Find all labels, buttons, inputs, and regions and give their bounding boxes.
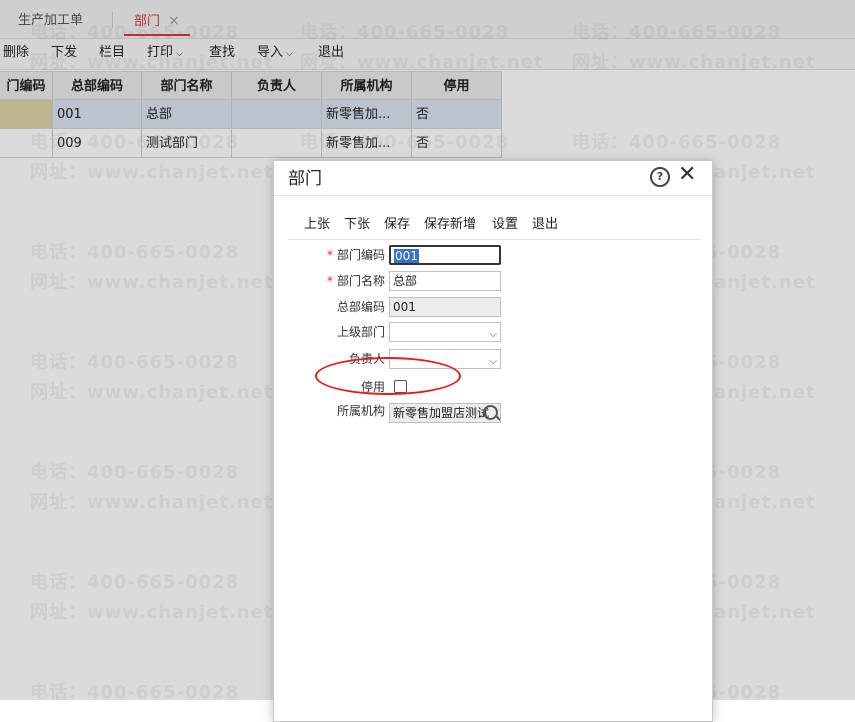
label-text: 部门名称 <box>336 274 385 288</box>
help-icon[interactable]: ? <box>650 167 670 187</box>
dept-name-input[interactable]: 总部 <box>389 271 501 291</box>
dept-name-label: * 部门名称 <box>285 271 385 291</box>
close-icon[interactable]: ✕ <box>678 162 696 187</box>
parent-dept-label: 上级部门 <box>336 325 385 339</box>
search-icon[interactable] <box>483 405 498 420</box>
dialog-title: 部门 <box>288 169 322 189</box>
input-value: 新零售加盟店测试 <box>393 406 490 420</box>
org-lookup-input[interactable]: 新零售加盟店测试 <box>389 403 501 423</box>
org-label: 所属机构 <box>336 404 385 418</box>
annotation-circle <box>315 357 461 395</box>
parent-dept-select[interactable]: ⌵ <box>389 322 501 342</box>
dept-code-input[interactable]: 001 <box>389 245 501 265</box>
prev-record-button[interactable]: 上张 <box>304 213 330 237</box>
next-record-button[interactable]: 下张 <box>344 213 370 237</box>
hq-code-input[interactable]: 001 <box>389 297 501 317</box>
exit-button[interactable]: 退出 <box>532 213 558 237</box>
hq-code-label: 总部编码 <box>336 300 385 314</box>
divider <box>288 239 700 240</box>
required-mark: * <box>326 248 333 262</box>
label-text: 部门编码 <box>336 248 385 262</box>
settings-button[interactable]: 设置 <box>492 213 518 237</box>
save-button[interactable]: 保存 <box>384 213 410 237</box>
dept-code-label: * 部门编码 <box>285 245 385 265</box>
chevron-down-icon: ⌵ <box>489 356 497 367</box>
divider <box>274 195 712 196</box>
save-and-new-button[interactable]: 保存新增 <box>424 213 476 237</box>
required-mark: * <box>326 274 333 288</box>
department-dialog: 部门 ? ✕ 上张 下张 保存 保存新增 设置 退出 * 部门编码 001 * 部门… <box>273 160 713 722</box>
input-value: 001 <box>394 249 419 263</box>
chevron-down-icon: ⌵ <box>489 329 497 340</box>
